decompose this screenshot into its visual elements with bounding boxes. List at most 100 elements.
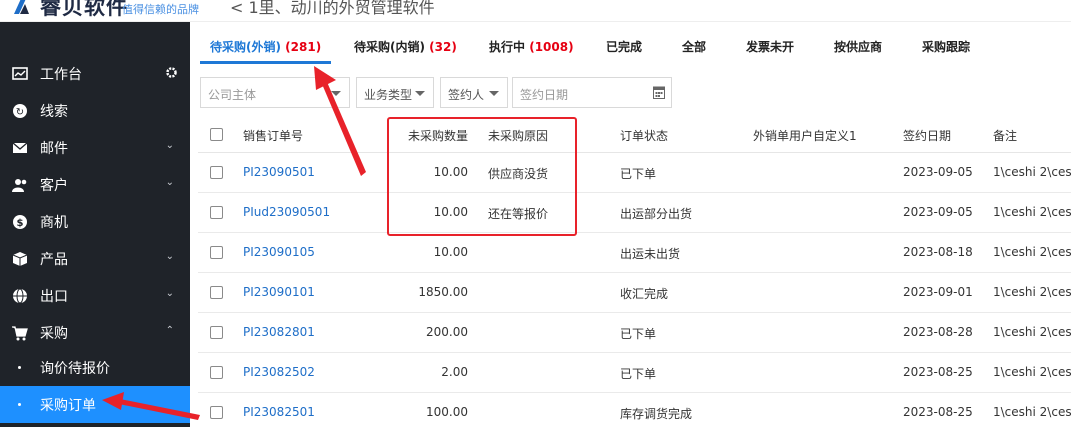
company-select-placeholder: 公司主体: [208, 88, 257, 102]
calendar-icon[interactable]: [653, 85, 665, 99]
globe-icon: [13, 288, 27, 304]
sidebar-item-customers[interactable]: 客户 ⌄: [0, 166, 190, 203]
svg-text:↻: ↻: [16, 107, 24, 118]
order-status: 库存调货完成: [620, 407, 693, 421]
tab-label: 按供应商: [834, 40, 883, 54]
sidebar-subitem-purchase-orders[interactable]: 采购订单: [0, 386, 190, 423]
table-row[interactable]: PI23090101 1850.00 收汇完成 2023-09-01 1\ces…: [198, 273, 1071, 313]
signer-select[interactable]: 签约人: [440, 77, 508, 108]
order-no-link[interactable]: PI23090105: [243, 245, 315, 259]
table-row[interactable]: PI23082501 100.00 库存调货完成 2023-08-25 1\ce…: [198, 393, 1071, 427]
order-status: 已下单: [620, 167, 657, 181]
remark: 1\ceshi 2\ceshi: [993, 165, 1071, 179]
order-status: 已下单: [620, 367, 657, 381]
chevron-up-icon: ⌃: [165, 325, 174, 336]
header-unpurchased-reason: 未采购原因: [488, 129, 549, 143]
tab-label: 待采购(内销): [354, 40, 425, 54]
order-no-link[interactable]: PI23090501: [243, 165, 315, 179]
row-checkbox[interactable]: [210, 246, 223, 259]
chevron-down-icon: ⌄: [165, 251, 174, 262]
tab-pending-export[interactable]: 待采购(外销) (281): [200, 32, 332, 64]
sidebar-item-label: 出口: [40, 289, 68, 305]
row-checkbox[interactable]: [210, 366, 223, 379]
chevron-down-icon: ⌄: [165, 288, 174, 299]
sidebar-item-opportunity[interactable]: $ 商机: [0, 203, 190, 240]
sidebar-item-workbench[interactable]: 工作台: [0, 55, 190, 92]
row-checkbox[interactable]: [210, 286, 223, 299]
chevron-down-icon: ⌄: [165, 140, 174, 151]
caret-down-icon: [415, 91, 425, 96]
unpurchased-qty: 2.00: [441, 365, 468, 379]
header-custom-field: 外销单用户自定义1: [753, 129, 857, 143]
sign-date: 2023-09-05: [903, 165, 973, 179]
sign-date: 2023-09-05: [903, 205, 973, 219]
sidebar-item-clues[interactable]: ↻ 线索: [0, 92, 190, 129]
tab-pending-domestic[interactable]: 待采购(内销) (32): [354, 32, 457, 64]
company-select[interactable]: 公司主体: [200, 77, 350, 108]
sidebar-item-products[interactable]: 产品 ⌄: [0, 240, 190, 277]
table-row[interactable]: PI23082801 200.00 已下单 2023-08-28 1\ceshi…: [198, 313, 1071, 353]
tab-purchase-tracking[interactable]: 采购跟踪: [922, 32, 970, 64]
sidebar-item-label: 工作台: [40, 67, 82, 83]
sign-date: 2023-08-25: [903, 405, 973, 419]
order-no-link[interactable]: PI23090101: [243, 285, 315, 299]
unpurchased-qty: 100.00: [426, 405, 468, 419]
unpurchased-qty: 10.00: [433, 165, 468, 179]
unpurchased-reason: 供应商没货: [488, 167, 549, 181]
brand-name: 睿贝软件: [40, 0, 128, 19]
bullet-icon: [18, 403, 21, 406]
sidebar-item-label: 采购: [40, 326, 68, 342]
header-sign-date: 签约日期: [903, 129, 952, 143]
tab-completed[interactable]: 已完成: [606, 32, 642, 64]
dollar-icon: $: [13, 215, 27, 229]
order-no-link[interactable]: PI23082502: [243, 365, 315, 379]
remark: 1\ceshi 2\ceshi: [993, 325, 1071, 339]
tab-label: 发票未开: [746, 40, 795, 54]
table-row[interactable]: PI23090501 10.00 供应商没货 已下单 2023-09-05 1\…: [198, 153, 1071, 193]
tab-count-badge: (1008): [529, 40, 574, 54]
box-icon: [12, 252, 28, 266]
row-checkbox[interactable]: [210, 326, 223, 339]
order-no-link[interactable]: PI23082801: [243, 325, 315, 339]
chevron-down-icon: ⌄: [165, 177, 174, 188]
sign-date: 2023-08-28: [903, 325, 973, 339]
unpurchased-qty: 10.00: [433, 205, 468, 219]
sign-date: 2023-08-25: [903, 365, 973, 379]
select-all-checkbox[interactable]: [210, 128, 223, 141]
sign-date-placeholder: 签约日期: [520, 88, 569, 102]
row-checkbox[interactable]: [210, 206, 223, 219]
sign-date-input[interactable]: 签约日期: [512, 77, 672, 108]
row-checkbox[interactable]: [210, 166, 223, 179]
tab-in-progress[interactable]: 执行中 (1008): [489, 32, 574, 64]
remark: 1\ceshi 2\ceshi: [993, 285, 1071, 299]
business-type-select[interactable]: 业务类型: [356, 77, 434, 108]
row-checkbox[interactable]: [210, 406, 223, 419]
caret-down-icon: [489, 91, 499, 96]
table-row[interactable]: PI23090105 10.00 出运未出货 2023-08-18 1\cesh…: [198, 233, 1071, 273]
top-bar: 睿贝软件 值得信赖的品牌 < 1里、动川的外贸管理软件: [0, 0, 1071, 22]
sidebar-item-export[interactable]: 出口 ⌄: [0, 277, 190, 314]
order-status: 收汇完成: [620, 287, 669, 301]
sidebar-item-label: 线索: [40, 104, 68, 120]
sidebar-item-purchase[interactable]: 采购 ⌃: [0, 314, 190, 351]
order-no-link[interactable]: PIud23090501: [243, 205, 330, 219]
order-no-link[interactable]: PI23082501: [243, 405, 315, 419]
table-row[interactable]: PI23082502 2.00 已下单 2023-08-25 1\ceshi 2…: [198, 353, 1071, 393]
remark: 1\ceshi 2\ceshi: [993, 365, 1071, 379]
tab-invoice-not-issued[interactable]: 发票未开: [746, 32, 794, 64]
gear-icon[interactable]: [165, 66, 178, 79]
tab-label: 采购跟踪: [922, 40, 971, 54]
business-type-label: 业务类型: [364, 88, 413, 102]
tab-all[interactable]: 全部: [682, 32, 706, 64]
tab-count-badge: (32): [429, 40, 457, 54]
tab-by-supplier[interactable]: 按供应商: [834, 32, 882, 64]
svg-text:$: $: [17, 218, 24, 229]
unpurchased-qty: 200.00: [426, 325, 468, 339]
sidebar-item-mail[interactable]: 邮件 ⌄: [0, 129, 190, 166]
header-remark: 备注: [993, 129, 1018, 143]
cart-icon: [12, 326, 28, 341]
tab-count-badge: (281): [285, 40, 322, 54]
sidebar-subitem-inquiry[interactable]: 询价待报价: [0, 349, 190, 386]
mail-icon: [12, 142, 28, 153]
table-row[interactable]: PIud23090501 10.00 还在等报价 出运部分出货 2023-09-…: [198, 193, 1071, 233]
